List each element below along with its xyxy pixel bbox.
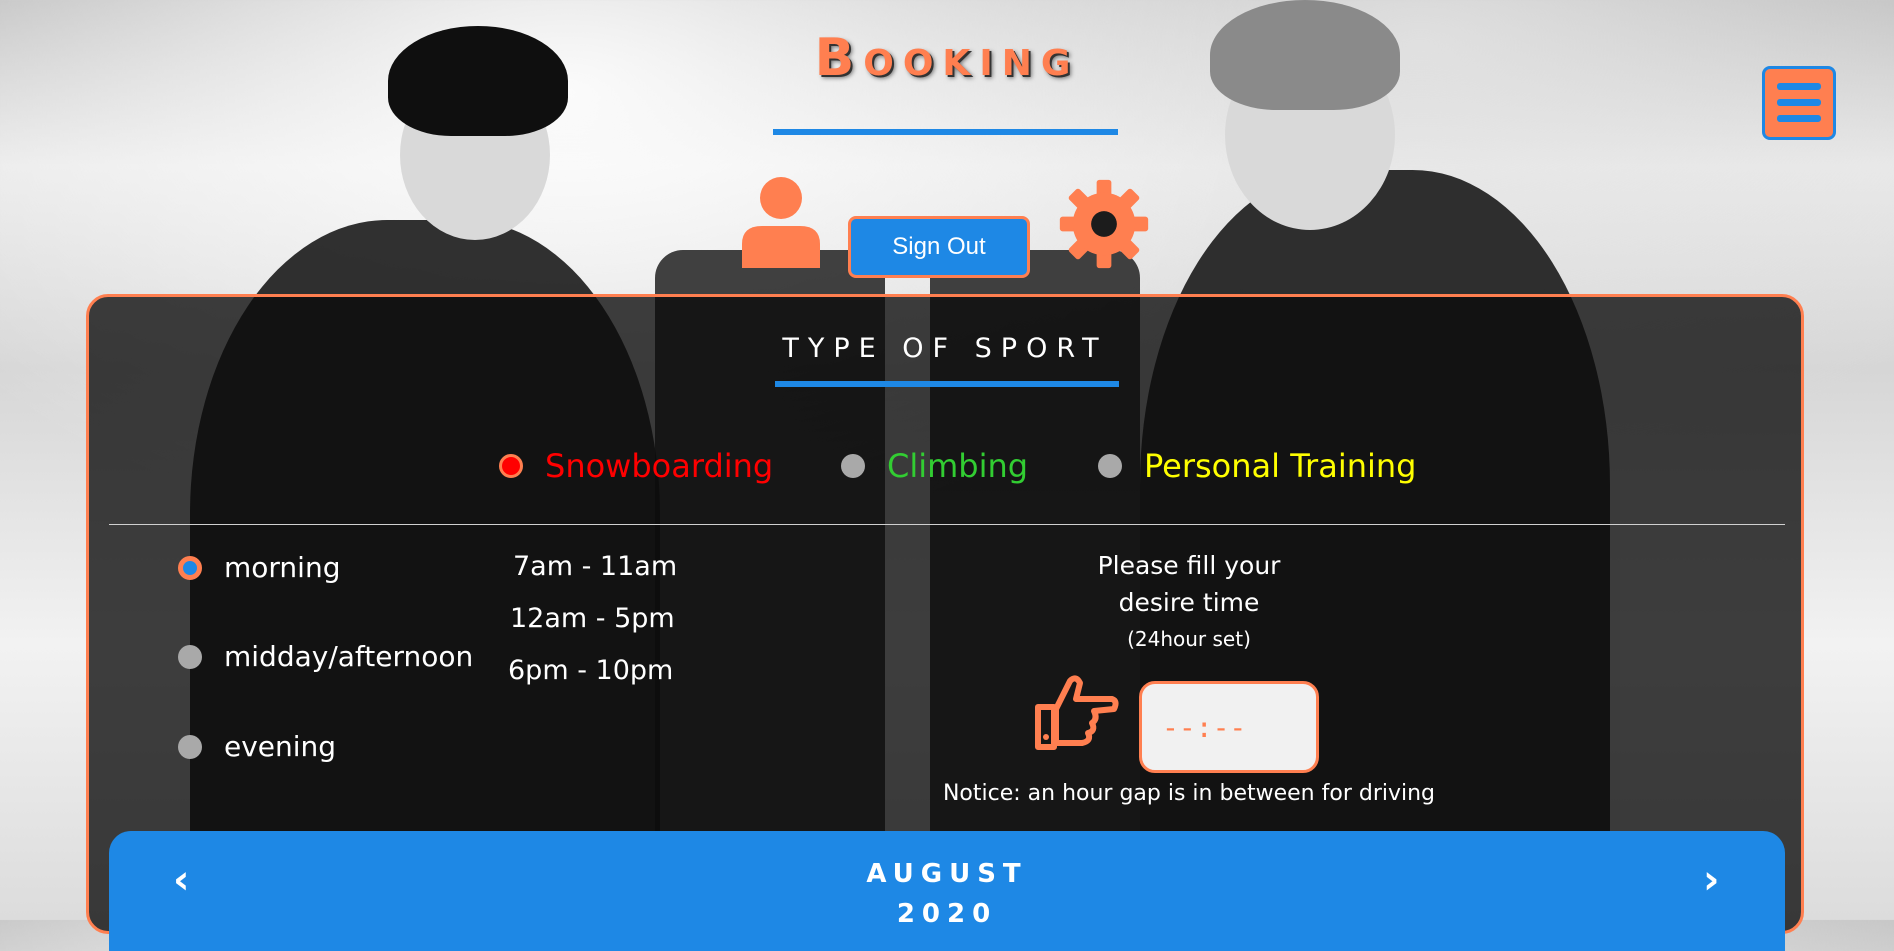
- title-underline: [773, 129, 1118, 135]
- time-option-evening[interactable]: evening: [178, 730, 336, 763]
- hint-line-2: desire time: [1118, 588, 1260, 617]
- hint-line-1: Please fill your: [1097, 551, 1281, 580]
- section-divider: [109, 524, 1785, 525]
- sport-section-underline: [775, 381, 1119, 387]
- sport-option-climbing[interactable]: Climbing: [841, 447, 1028, 485]
- user-icon[interactable]: [740, 176, 822, 268]
- calendar-year: 2020: [896, 899, 998, 929]
- time-input[interactable]: --:--: [1139, 681, 1319, 773]
- sport-section-title: TYPE OF SPORT: [782, 333, 1108, 364]
- radio-evening[interactable]: [178, 734, 202, 759]
- radio-personal-training[interactable]: [1098, 454, 1122, 478]
- sport-label-snowboarding: Snowboarding: [545, 447, 774, 485]
- page-title: Booking: [814, 28, 1080, 88]
- menu-button[interactable]: [1762, 66, 1836, 140]
- sign-out-button[interactable]: Sign Out: [848, 216, 1030, 278]
- calendar-header: ‹ AUGUST 2020 ›: [109, 831, 1785, 951]
- time-range-evening: 6pm - 10pm: [508, 655, 674, 686]
- radio-climbing[interactable]: [841, 454, 865, 478]
- sport-option-personal-training[interactable]: Personal Training: [1098, 447, 1416, 485]
- radio-midday[interactable]: [178, 644, 202, 669]
- notice-text: Notice: an hour gap is in between for dr…: [942, 781, 1436, 806]
- time-range-midday: 12am - 5pm: [510, 603, 675, 634]
- calendar-next-button[interactable]: ›: [1703, 857, 1719, 903]
- time-option-morning[interactable]: morning: [178, 551, 340, 584]
- time-label-evening: evening: [224, 730, 337, 763]
- sport-label-personal-training: Personal Training: [1144, 447, 1417, 485]
- hint-sub: (24hour set): [1127, 627, 1251, 651]
- time-label-morning: morning: [224, 551, 341, 584]
- radio-snowboarding[interactable]: [499, 454, 523, 478]
- booking-panel: TYPE OF SPORT Snowboarding Climbing Pers…: [86, 294, 1804, 951]
- radio-morning[interactable]: [178, 555, 202, 580]
- sport-label-climbing: Climbing: [887, 447, 1029, 485]
- sport-option-snowboarding[interactable]: Snowboarding: [499, 447, 773, 485]
- calendar-month: AUGUST: [866, 859, 1028, 889]
- time-range-morning: 7am - 11am: [513, 551, 678, 582]
- time-option-midday[interactable]: midday/afternoon: [178, 640, 473, 673]
- hand-point-right-icon: [1035, 675, 1119, 750]
- time-label-midday: midday/afternoon: [224, 640, 474, 673]
- gear-icon[interactable]: [1058, 178, 1150, 270]
